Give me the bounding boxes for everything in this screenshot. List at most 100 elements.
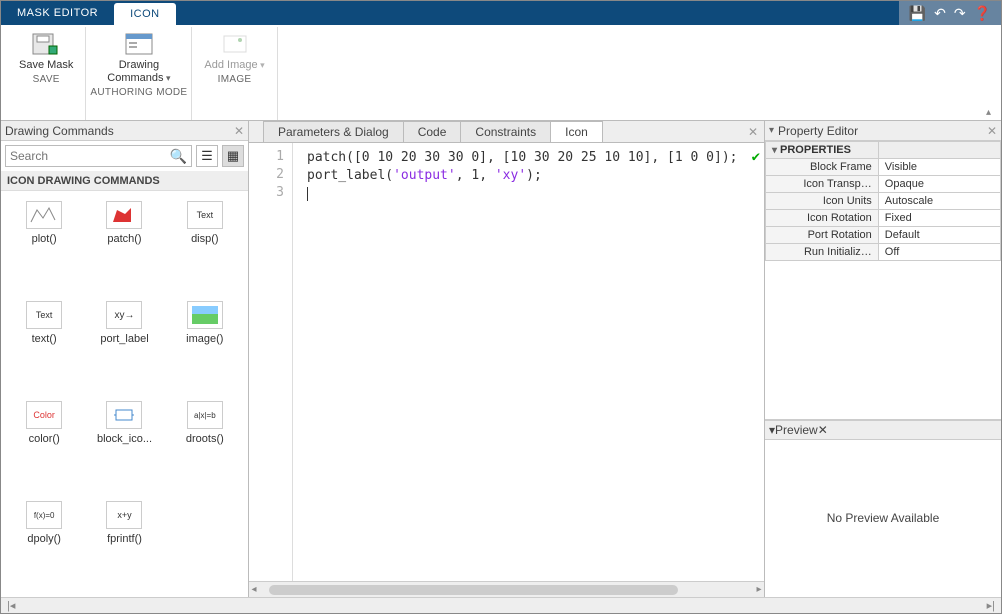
tab-parameters[interactable]: Parameters & Dialog (263, 121, 404, 142)
disp-icon: Text (187, 201, 223, 229)
properties-header[interactable]: ▾PROPERTIES (766, 142, 879, 159)
prop-port-rotation[interactable]: Default (878, 227, 1000, 244)
preview-header: ▾ Preview ✕ (765, 420, 1001, 440)
table-row: Run Initializ…Off (766, 244, 1001, 261)
color-icon: Color (26, 401, 62, 429)
preview-text: No Preview Available (827, 511, 940, 525)
drawing-commands-icon (123, 31, 155, 57)
left-panel: Drawing Commands ✕ 🔍 ☰ ▦ ICON DRAWING CO… (1, 121, 249, 597)
command-grid: plot() patch() Textdisp() Texttext() xy→… (1, 191, 248, 597)
preview-body: No Preview Available (765, 440, 1001, 598)
prop-run-init[interactable]: Off (878, 244, 1000, 261)
save-mask-label: Save Mask (19, 59, 73, 72)
prop-icon-units[interactable]: Autoscale (878, 193, 1000, 210)
scroll-track[interactable] (269, 585, 744, 595)
table-row: Icon UnitsAutoscale (766, 193, 1001, 210)
center-panel: Parameters & Dialog Code Constraints Ico… (249, 121, 765, 597)
cmd-image[interactable]: image() (170, 301, 240, 387)
plot-icon (26, 201, 62, 229)
cmd-droots[interactable]: a|x|=bdroots() (170, 401, 240, 487)
gutter: 1 2 3 (249, 143, 293, 581)
scroll-right-icon[interactable]: ▸ (754, 584, 764, 595)
cmd-dpoly[interactable]: f(x)=0dpoly() (9, 501, 79, 587)
cmd-fprintf[interactable]: x+yfprintf() (89, 501, 159, 587)
block-icon-icon (106, 401, 142, 429)
port-label-icon: xy→ (106, 301, 142, 329)
save-mask-button[interactable]: Save Mask (11, 27, 81, 72)
property-caret-icon[interactable]: ▾ (769, 125, 774, 136)
ribbon-collapse-icon[interactable]: ▴ (982, 105, 995, 120)
add-image-icon (219, 31, 251, 57)
save-mask-icon (30, 31, 62, 57)
help-icon[interactable]: ❓ (974, 5, 991, 22)
table-row: Icon Transp…Opaque (766, 176, 1001, 193)
preview-title: Preview (775, 423, 818, 437)
image-icon (187, 301, 223, 329)
property-editor-title: Property Editor (778, 124, 858, 138)
ribbon-group-image-label: IMAGE (218, 72, 252, 88)
table-row: Port RotationDefault (766, 227, 1001, 244)
section-header: ICON DRAWING COMMANDS (1, 172, 248, 191)
prop-block-frame[interactable]: Visible (878, 159, 1000, 176)
check-ok-icon: ✔ (752, 149, 760, 165)
ribbon-group-authoring-label: AUTHORING MODE (90, 85, 187, 101)
code-area[interactable]: patch([0 10 20 30 30 0], [10 30 20 25 10… (293, 143, 764, 581)
property-editor-close-icon[interactable]: ✕ (987, 124, 997, 138)
cmd-patch[interactable]: patch() (89, 201, 159, 287)
table-row: Icon RotationFixed (766, 210, 1001, 227)
tab-icon[interactable]: ICON (114, 3, 176, 25)
cmd-text[interactable]: Texttext() (9, 301, 79, 387)
tab-icon-editor[interactable]: Icon (550, 121, 603, 142)
cmd-block-icon[interactable]: block_ico... (89, 401, 159, 487)
droots-icon: a|x|=b (187, 401, 223, 429)
search-icon[interactable]: 🔍 (170, 148, 187, 165)
footer-right-icon[interactable]: ▸| (987, 599, 995, 612)
text-icon: Text (26, 301, 62, 329)
main: Drawing Commands ✕ 🔍 ☰ ▦ ICON DRAWING CO… (1, 121, 1001, 597)
cmd-plot[interactable]: plot() (9, 201, 79, 287)
prop-icon-transp[interactable]: Opaque (878, 176, 1000, 193)
titlebar: MASK EDITOR ICON 💾 ↶ ↷ ❓ (1, 1, 1001, 25)
property-blank (765, 261, 1001, 420)
tab-code[interactable]: Code (403, 121, 462, 142)
undo-icon[interactable]: ↶ (934, 5, 946, 22)
left-panel-header: Drawing Commands ✕ (1, 121, 248, 141)
drawing-commands-label: Drawing Commands (107, 59, 170, 85)
property-table-wrap: ▾PROPERTIES Block FrameVisible Icon Tran… (765, 141, 1001, 261)
table-row: Block FrameVisible (766, 159, 1001, 176)
search-input[interactable] (10, 149, 170, 163)
preview-close-icon[interactable]: ✕ (818, 423, 828, 437)
search-box[interactable]: 🔍 (5, 145, 192, 167)
list-view-button[interactable]: ☰ (196, 145, 218, 167)
tab-constraints[interactable]: Constraints (460, 121, 551, 142)
fprintf-icon: x+y (106, 501, 142, 529)
scroll-thumb[interactable] (269, 585, 678, 595)
ribbon-group-image: Add Image IMAGE (192, 27, 277, 120)
dpoly-icon: f(x)=0 (26, 501, 62, 529)
hscrollbar[interactable]: ◂ ▸ (249, 581, 764, 597)
ribbon-group-save: Save Mask SAVE (7, 27, 86, 120)
cmd-color[interactable]: Colorcolor() (9, 401, 79, 487)
grid-view-button[interactable]: ▦ (222, 145, 244, 167)
left-panel-title: Drawing Commands (5, 124, 114, 138)
footer: |◂ ▸| (1, 597, 1001, 613)
drawing-commands-button[interactable]: Drawing Commands (99, 27, 178, 85)
ribbon-group-save-label: SAVE (33, 72, 60, 88)
code-editor[interactable]: 1 2 3 patch([0 10 20 30 30 0], [10 30 20… (249, 143, 764, 581)
cmd-disp[interactable]: Textdisp() (170, 201, 240, 287)
patch-icon (106, 201, 142, 229)
ribbon: Save Mask SAVE Drawing Commands AUTHORIN… (1, 25, 1001, 121)
save-icon[interactable]: 💾 (909, 5, 926, 22)
footer-left-icon[interactable]: |◂ (7, 599, 15, 612)
scroll-left-icon[interactable]: ◂ (249, 584, 259, 595)
left-panel-close-icon[interactable]: ✕ (234, 124, 244, 138)
property-table: ▾PROPERTIES Block FrameVisible Icon Tran… (765, 141, 1001, 261)
tab-mask-editor[interactable]: MASK EDITOR (1, 1, 114, 25)
ribbon-group-authoring: Drawing Commands AUTHORING MODE (86, 27, 192, 120)
titlebar-actions: 💾 ↶ ↷ ❓ (899, 1, 1001, 25)
prop-icon-rotation[interactable]: Fixed (878, 210, 1000, 227)
redo-icon[interactable]: ↷ (954, 5, 966, 22)
cmd-port-label[interactable]: xy→port_label (89, 301, 159, 387)
center-tabs: Parameters & Dialog Code Constraints Ico… (249, 121, 764, 143)
center-tabs-close-icon[interactable]: ✕ (742, 121, 764, 142)
